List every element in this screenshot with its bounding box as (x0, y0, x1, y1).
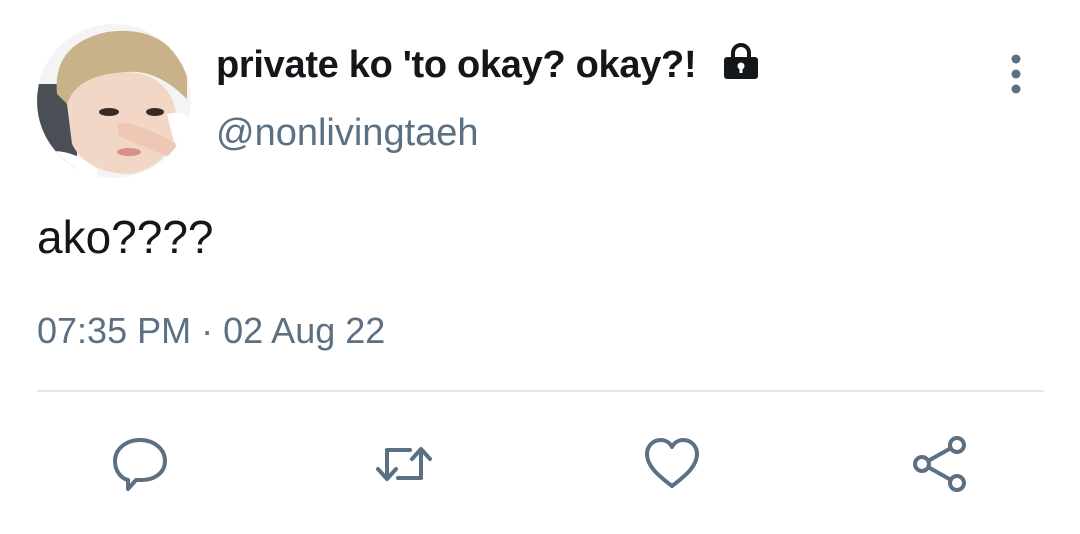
like-button[interactable] (642, 434, 702, 494)
display-name[interactable]: private ko 'to okay? okay?! (216, 44, 697, 87)
tweet-timestamp: 07:35 PM · 02 Aug 22 (37, 310, 385, 352)
tweet-date: 02 Aug 22 (223, 310, 386, 351)
heart-icon (645, 438, 699, 488)
divider (37, 390, 1044, 392)
share-button[interactable] (910, 434, 970, 494)
retweet-button[interactable] (374, 434, 434, 494)
lock-icon (720, 40, 762, 82)
reply-button[interactable] (110, 434, 170, 494)
user-handle[interactable]: @nonlivingtaeh (216, 112, 479, 155)
more-vertical-icon[interactable] (1004, 54, 1028, 96)
tweet-card: private ko 'to okay? okay?! @nonlivingta… (0, 0, 1080, 534)
tweet-time: 07:35 PM (37, 310, 192, 351)
share-icon (913, 436, 966, 492)
avatar[interactable] (37, 24, 191, 178)
meta-separator: · (201, 310, 214, 351)
tweet-text: ako???? (37, 211, 214, 263)
reply-icon (113, 438, 167, 491)
retweet-icon (376, 447, 432, 481)
